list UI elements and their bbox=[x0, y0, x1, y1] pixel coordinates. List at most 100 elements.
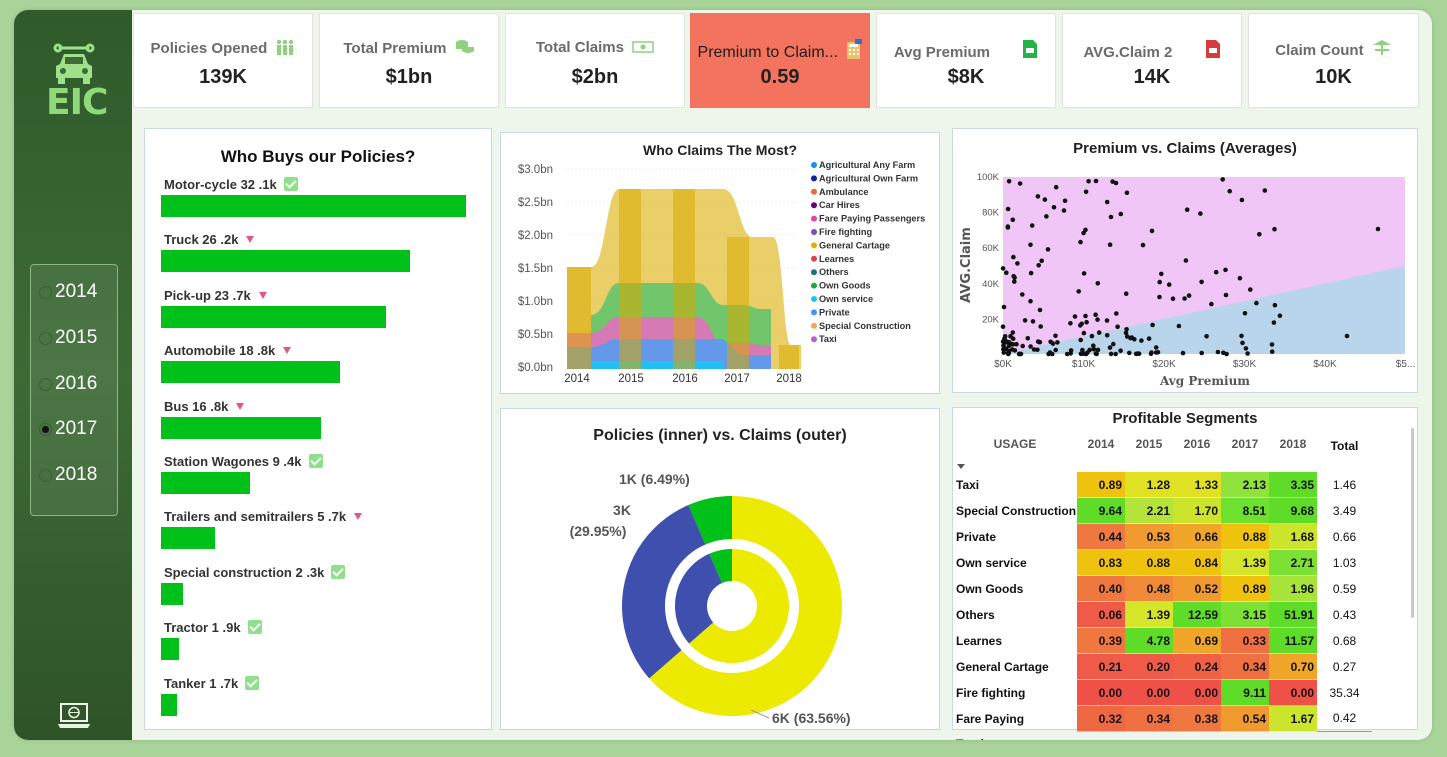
scatter-point[interactable] bbox=[1053, 333, 1058, 339]
scatter-point[interactable] bbox=[1124, 190, 1130, 196]
radio-icon[interactable] bbox=[39, 468, 52, 482]
scatter-point[interactable] bbox=[1017, 181, 1023, 186]
scatter-point[interactable] bbox=[1209, 301, 1214, 307]
scatter-point[interactable] bbox=[1248, 287, 1253, 292]
matrix-cell[interactable]: 0.52 bbox=[1173, 575, 1221, 602]
scatter-point[interactable] bbox=[1104, 318, 1110, 323]
scatter-point[interactable] bbox=[1001, 304, 1007, 310]
scatter-point[interactable] bbox=[1020, 292, 1025, 297]
matrix-cell[interactable]: 0.53 bbox=[1125, 523, 1173, 550]
scatter-point[interactable] bbox=[1031, 347, 1037, 352]
scatter-point[interactable] bbox=[1015, 261, 1020, 266]
scatter-point[interactable] bbox=[1083, 313, 1088, 319]
scatter-point[interactable] bbox=[1149, 228, 1155, 234]
scatter-point[interactable] bbox=[1127, 350, 1132, 356]
matrix-cell[interactable]: 0.48 bbox=[1125, 575, 1173, 602]
scatter-point[interactable] bbox=[1081, 230, 1086, 236]
scatter-point[interactable] bbox=[1030, 319, 1036, 324]
bar[interactable] bbox=[161, 416, 321, 439]
radio-icon[interactable] bbox=[39, 285, 52, 299]
radio-icon[interactable] bbox=[39, 331, 52, 345]
scatter-point[interactable] bbox=[1020, 343, 1025, 349]
matrix-cell[interactable]: 2.13 bbox=[1221, 472, 1269, 498]
table-row[interactable]: Taxi 0.89 1.28 1.33 2.13 3.35 1.46 bbox=[953, 472, 1372, 498]
bar[interactable] bbox=[161, 472, 251, 494]
matrix-cell[interactable]: 0.40 bbox=[1077, 575, 1125, 602]
matrix-cell[interactable]: 0.34 bbox=[1125, 705, 1173, 732]
scatter-point[interactable] bbox=[1182, 296, 1187, 301]
scatter-point[interactable] bbox=[1005, 224, 1011, 229]
scatter-point[interactable] bbox=[1095, 281, 1101, 286]
table-row[interactable]: Private 0.44 0.53 0.66 0.88 1.68 0.66 bbox=[953, 523, 1372, 550]
bar[interactable] bbox=[161, 195, 466, 217]
table-row[interactable]: General Cartage 0.21 0.20 0.24 0.34 0.70 0.27 bbox=[953, 653, 1372, 680]
scatter-point[interactable] bbox=[1115, 324, 1120, 329]
radio-selected-icon[interactable] bbox=[39, 422, 52, 436]
scatter-point[interactable] bbox=[1118, 211, 1124, 217]
scatter-point[interactable] bbox=[1028, 344, 1033, 349]
column-header[interactable]: 2018 bbox=[1269, 430, 1317, 458]
matrix-cell[interactable]: 1.39 bbox=[1125, 601, 1173, 628]
table-row[interactable]: Special Construction 9.64 2.21 1.70 8.51 9.68… bbox=[953, 497, 1372, 524]
scatter-point[interactable] bbox=[1036, 263, 1041, 268]
matrix-cell[interactable]: 0.70 bbox=[1269, 653, 1317, 680]
scatter-point[interactable] bbox=[1050, 341, 1056, 346]
matrix-cell[interactable]: 9.68 bbox=[1269, 497, 1317, 524]
scatter-point[interactable] bbox=[1375, 226, 1381, 232]
scatter-point[interactable] bbox=[1113, 180, 1119, 186]
matrix-cell[interactable]: 0.00 bbox=[1173, 679, 1221, 706]
ribbon-column[interactable] bbox=[779, 345, 799, 369]
scatter-point[interactable] bbox=[1271, 320, 1277, 325]
scatter-point[interactable] bbox=[1091, 343, 1096, 348]
scatter-point[interactable] bbox=[1064, 351, 1070, 357]
matrix-cell[interactable]: 0.69 bbox=[1173, 627, 1221, 654]
scatter-point[interactable] bbox=[1078, 351, 1084, 356]
scatter-point[interactable] bbox=[1096, 330, 1102, 335]
table-row[interactable]: Fare Paying 0.32 0.34 0.38 0.54 1.67 0.42 bbox=[953, 705, 1372, 732]
scatter-point[interactable] bbox=[1084, 319, 1089, 325]
scatter-point[interactable] bbox=[1061, 208, 1067, 213]
scatter-point[interactable] bbox=[1166, 282, 1172, 287]
scatter-point[interactable] bbox=[1239, 333, 1244, 339]
scatter-point[interactable] bbox=[1004, 270, 1009, 275]
scatter-point[interactable] bbox=[1081, 330, 1087, 336]
scatter-point[interactable] bbox=[1000, 266, 1006, 271]
matrix-cell[interactable]: 1.39 bbox=[1221, 549, 1269, 576]
scatter-point[interactable] bbox=[1093, 178, 1099, 184]
matrix-cell[interactable]: 0.00 bbox=[1077, 679, 1125, 706]
matrix-cell[interactable]: 51.91 bbox=[1269, 601, 1317, 628]
scatter-point[interactable] bbox=[1223, 292, 1229, 298]
scatter-point[interactable] bbox=[1239, 197, 1245, 203]
ribbon-column[interactable] bbox=[727, 237, 749, 369]
matrix-cell[interactable]: 1.96 bbox=[1269, 575, 1317, 602]
column-header[interactable]: 2017 bbox=[1221, 430, 1269, 458]
scatter-point[interactable] bbox=[1005, 206, 1011, 212]
scatter-point[interactable] bbox=[1035, 194, 1041, 199]
matrix-cell[interactable]: 0.20 bbox=[1125, 653, 1173, 680]
scatter-point[interactable] bbox=[1176, 323, 1182, 329]
scatter-point[interactable] bbox=[1242, 311, 1248, 316]
scatter-point[interactable] bbox=[1012, 279, 1017, 284]
scatter-point[interactable] bbox=[1240, 340, 1245, 346]
scatter-point[interactable] bbox=[1118, 348, 1123, 353]
matrix-cell[interactable]: 12.59 bbox=[1173, 601, 1221, 628]
column-header[interactable]: 2014 bbox=[1077, 430, 1125, 458]
year-option-2017[interactable]: 2017 bbox=[39, 414, 97, 444]
scatter-point[interactable] bbox=[1062, 198, 1068, 204]
matrix-cell[interactable]: 0.38 bbox=[1173, 705, 1221, 732]
scatter-point[interactable] bbox=[1044, 214, 1049, 219]
scatter-point[interactable] bbox=[1155, 350, 1161, 355]
scatter-point[interactable] bbox=[1068, 321, 1073, 326]
scatter-point[interactable] bbox=[1224, 351, 1229, 357]
table-row[interactable]: Learnes 0.39 4.78 0.69 0.33 11.57 0.68 bbox=[953, 627, 1372, 654]
scatter-point[interactable] bbox=[1213, 269, 1219, 275]
scatter-point[interactable] bbox=[1186, 293, 1192, 298]
bar[interactable] bbox=[161, 305, 387, 328]
column-header[interactable]: Total bbox=[1317, 430, 1372, 458]
scatter-point[interactable] bbox=[1277, 313, 1283, 318]
scatter-point[interactable] bbox=[1047, 350, 1053, 355]
scatter-point[interactable] bbox=[1006, 179, 1012, 184]
table-row[interactable]: Own service 0.83 0.88 0.84 1.39 2.71 1.03 bbox=[953, 549, 1372, 576]
matrix-cell[interactable]: 0.32 bbox=[1077, 705, 1125, 732]
scatter-point[interactable] bbox=[1157, 294, 1162, 300]
